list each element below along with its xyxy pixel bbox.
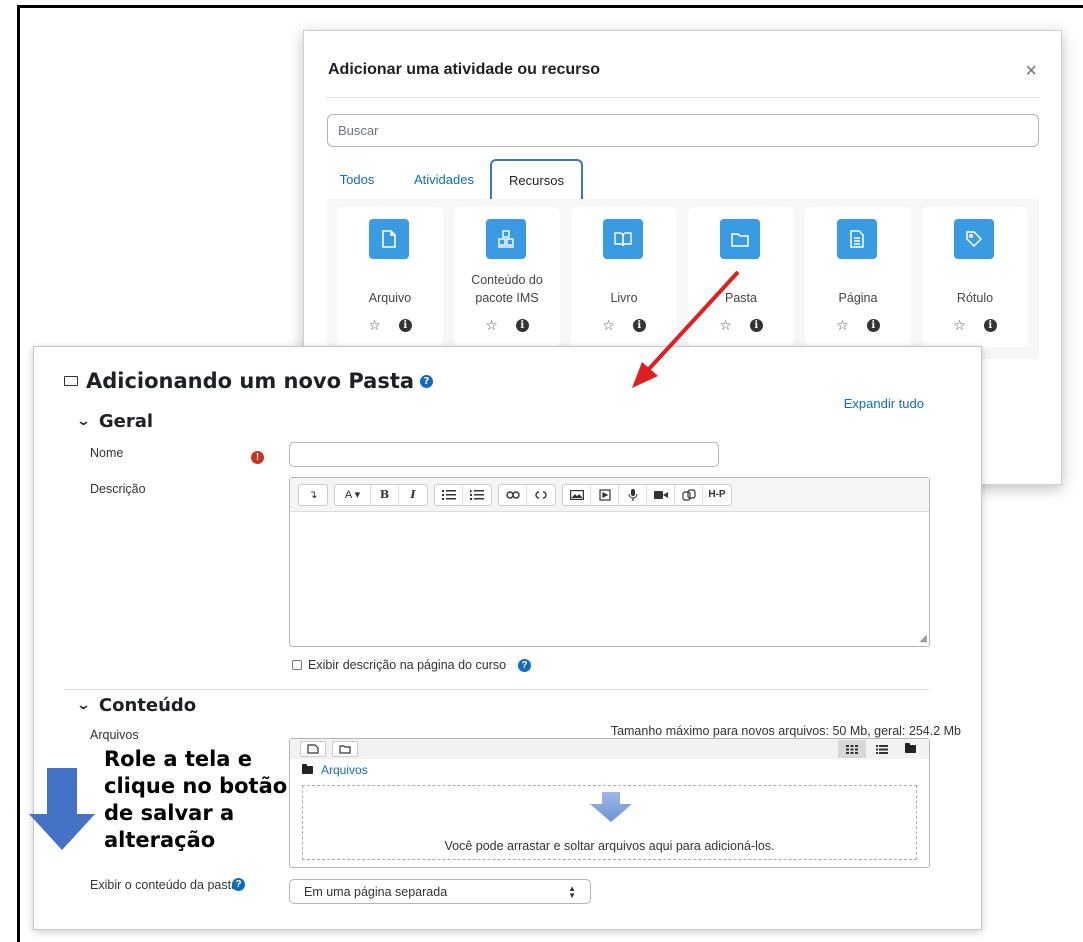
blue-down-arrow-icon (29, 768, 95, 850)
instruction-hint: Role a tela e clique no botão de salvar … (104, 747, 288, 852)
red-arrow-icon (632, 270, 740, 388)
